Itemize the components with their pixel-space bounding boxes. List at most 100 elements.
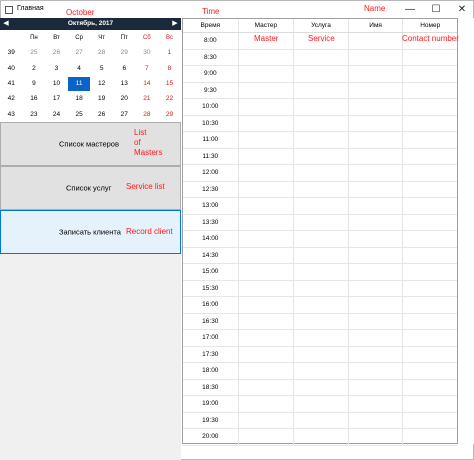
phone-cell[interactable] — [403, 380, 457, 396]
calendar-day[interactable]: 4 — [68, 65, 91, 72]
table-row[interactable]: 15:00 — [183, 264, 457, 281]
table-row[interactable]: 14:30 — [183, 247, 457, 264]
table-row[interactable]: 19:00 — [183, 396, 457, 413]
calendar-day[interactable]: 22 — [158, 95, 181, 102]
table-row[interactable]: 10:00 — [183, 99, 457, 116]
calendar-day[interactable]: 14 — [136, 80, 159, 87]
table-row[interactable]: 19:30 — [183, 412, 457, 429]
service-cell[interactable] — [294, 66, 349, 82]
phone-cell[interactable] — [403, 396, 457, 412]
calendar-day[interactable]: 29 — [158, 111, 181, 118]
phone-cell[interactable] — [403, 347, 457, 363]
master-cell[interactable] — [239, 363, 295, 379]
name-cell[interactable] — [349, 115, 404, 131]
table-row[interactable]: 17:30 — [183, 346, 457, 363]
column-header-name[interactable]: Имя — [349, 19, 404, 32]
minimize-button[interactable]: — — [397, 1, 423, 19]
phone-cell[interactable] — [403, 116, 457, 132]
master-cell[interactable] — [239, 280, 295, 296]
calendar-day[interactable]: 28 — [90, 49, 113, 56]
master-cell[interactable] — [239, 66, 295, 82]
calendar-day[interactable]: 9 — [23, 80, 46, 87]
phone-cell[interactable] — [403, 314, 457, 330]
service-cell[interactable] — [294, 346, 349, 362]
name-cell[interactable] — [349, 231, 404, 247]
calendar-day[interactable]: 21 — [136, 95, 159, 102]
calendar-month-label[interactable]: Октябрь, 2017 — [0, 18, 181, 30]
master-cell[interactable] — [239, 297, 295, 313]
close-button[interactable]: ✕ — [449, 1, 474, 19]
name-cell[interactable] — [349, 181, 404, 197]
name-cell[interactable] — [349, 346, 404, 362]
master-cell[interactable] — [239, 264, 295, 280]
calendar-day[interactable]: 11 — [67, 76, 91, 91]
service-cell[interactable] — [294, 297, 349, 313]
phone-cell[interactable] — [403, 231, 457, 247]
phone-cell[interactable] — [403, 198, 457, 214]
service-cell[interactable] — [294, 429, 349, 445]
service-cell[interactable] — [294, 132, 349, 148]
table-row[interactable]: 16:00 — [183, 297, 457, 314]
calendar-day[interactable]: 10 — [45, 80, 68, 87]
master-cell[interactable] — [239, 132, 295, 148]
phone-cell[interactable] — [403, 215, 457, 231]
phone-cell[interactable] — [403, 429, 457, 445]
name-cell[interactable] — [349, 132, 404, 148]
calendar-day[interactable]: 29 — [113, 49, 136, 56]
column-header-time[interactable]: Время — [183, 19, 239, 32]
service-cell[interactable] — [294, 148, 349, 164]
phone-cell[interactable] — [403, 83, 457, 99]
master-cell[interactable] — [239, 396, 295, 412]
column-header-phone[interactable]: Номер — [403, 19, 457, 32]
master-cell[interactable] — [239, 247, 295, 263]
table-row[interactable]: 11:00 — [183, 132, 457, 149]
calendar-day[interactable]: 2 — [23, 65, 46, 72]
service-cell[interactable] — [294, 82, 349, 98]
calendar-day[interactable]: 7 — [136, 65, 159, 72]
master-cell[interactable] — [239, 346, 295, 362]
service-cell[interactable] — [294, 280, 349, 296]
phone-cell[interactable] — [403, 363, 457, 379]
master-cell[interactable] — [239, 313, 295, 329]
name-cell[interactable] — [349, 33, 404, 49]
master-cell[interactable] — [239, 49, 295, 65]
calendar-day[interactable]: 20 — [113, 95, 136, 102]
master-cell[interactable] — [239, 412, 295, 428]
name-cell[interactable] — [349, 396, 404, 412]
master-cell[interactable] — [239, 99, 295, 115]
calendar-day[interactable]: 30 — [136, 49, 159, 56]
calendar-day[interactable]: 1 — [158, 49, 181, 56]
table-row[interactable]: 13:30 — [183, 214, 457, 231]
calendar-day[interactable]: 19 — [90, 95, 113, 102]
name-cell[interactable] — [349, 280, 404, 296]
calendar-day[interactable]: 18 — [68, 95, 91, 102]
table-row[interactable]: 16:30 — [183, 313, 457, 330]
master-cell[interactable] — [239, 214, 295, 230]
table-row[interactable]: 9:00 — [183, 66, 457, 83]
service-cell[interactable] — [294, 379, 349, 395]
table-row[interactable]: 14:00 — [183, 231, 457, 248]
calendar-day[interactable]: 27 — [113, 111, 136, 118]
name-cell[interactable] — [349, 82, 404, 98]
phone-cell[interactable] — [403, 66, 457, 82]
phone-cell[interactable] — [403, 132, 457, 148]
table-row[interactable]: 12:00 — [183, 165, 457, 182]
name-cell[interactable] — [349, 379, 404, 395]
master-cell[interactable] — [239, 115, 295, 131]
name-cell[interactable] — [349, 198, 404, 214]
phone-cell[interactable] — [403, 182, 457, 198]
calendar-day[interactable]: 28 — [136, 111, 159, 118]
phone-cell[interactable] — [403, 281, 457, 297]
master-cell[interactable] — [239, 82, 295, 98]
table-row[interactable]: 9:30 — [183, 82, 457, 99]
master-cell[interactable] — [239, 198, 295, 214]
calendar-day[interactable]: 5 — [90, 65, 113, 72]
master-cell[interactable] — [239, 148, 295, 164]
table-row[interactable]: 20:00 — [183, 429, 457, 446]
service-cell[interactable] — [294, 363, 349, 379]
phone-cell[interactable] — [403, 264, 457, 280]
column-header-master[interactable]: Мастер — [239, 19, 295, 32]
calendar-day[interactable]: 26 — [45, 49, 68, 56]
phone-cell[interactable] — [403, 99, 457, 115]
master-cell[interactable] — [239, 429, 295, 445]
